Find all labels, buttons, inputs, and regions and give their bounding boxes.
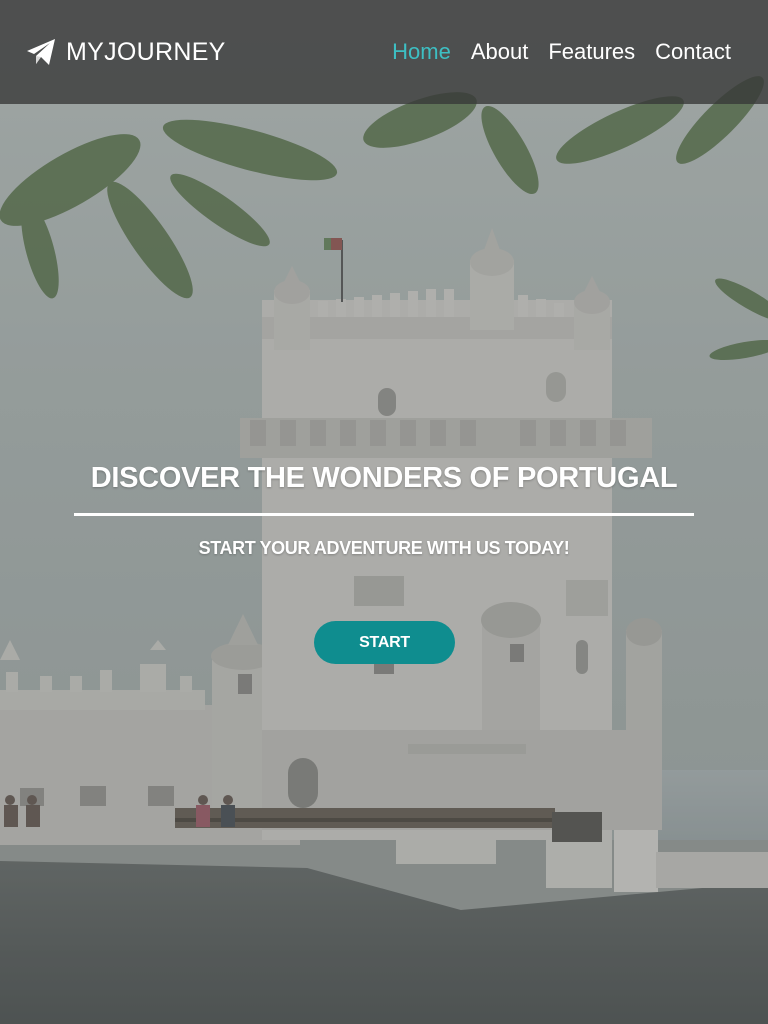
hero-subtitle: START YOUR ADVENTURE WITH US TODAY!: [198, 538, 570, 558]
paper-plane-icon: [26, 37, 56, 67]
brand-name: MYJOURNEY: [66, 37, 226, 66]
hero-divider: [74, 513, 694, 516]
hero-title: DISCOVER THE WONDERS OF PORTUGAL: [90, 462, 678, 494]
main-nav: Home About Features Contact: [392, 39, 731, 65]
nav-link-about[interactable]: About: [471, 39, 529, 65]
site-header: MYJOURNEY Home About Features Contact: [0, 0, 768, 104]
hero-section: DISCOVER THE WONDERS OF PORTUGAL START Y…: [0, 0, 768, 1024]
nav-link-contact[interactable]: Contact: [655, 39, 731, 65]
nav-link-home[interactable]: Home: [392, 39, 451, 65]
nav-link-features[interactable]: Features: [548, 39, 635, 65]
start-button[interactable]: START: [314, 621, 455, 664]
brand-logo-link[interactable]: MYJOURNEY: [26, 37, 226, 67]
